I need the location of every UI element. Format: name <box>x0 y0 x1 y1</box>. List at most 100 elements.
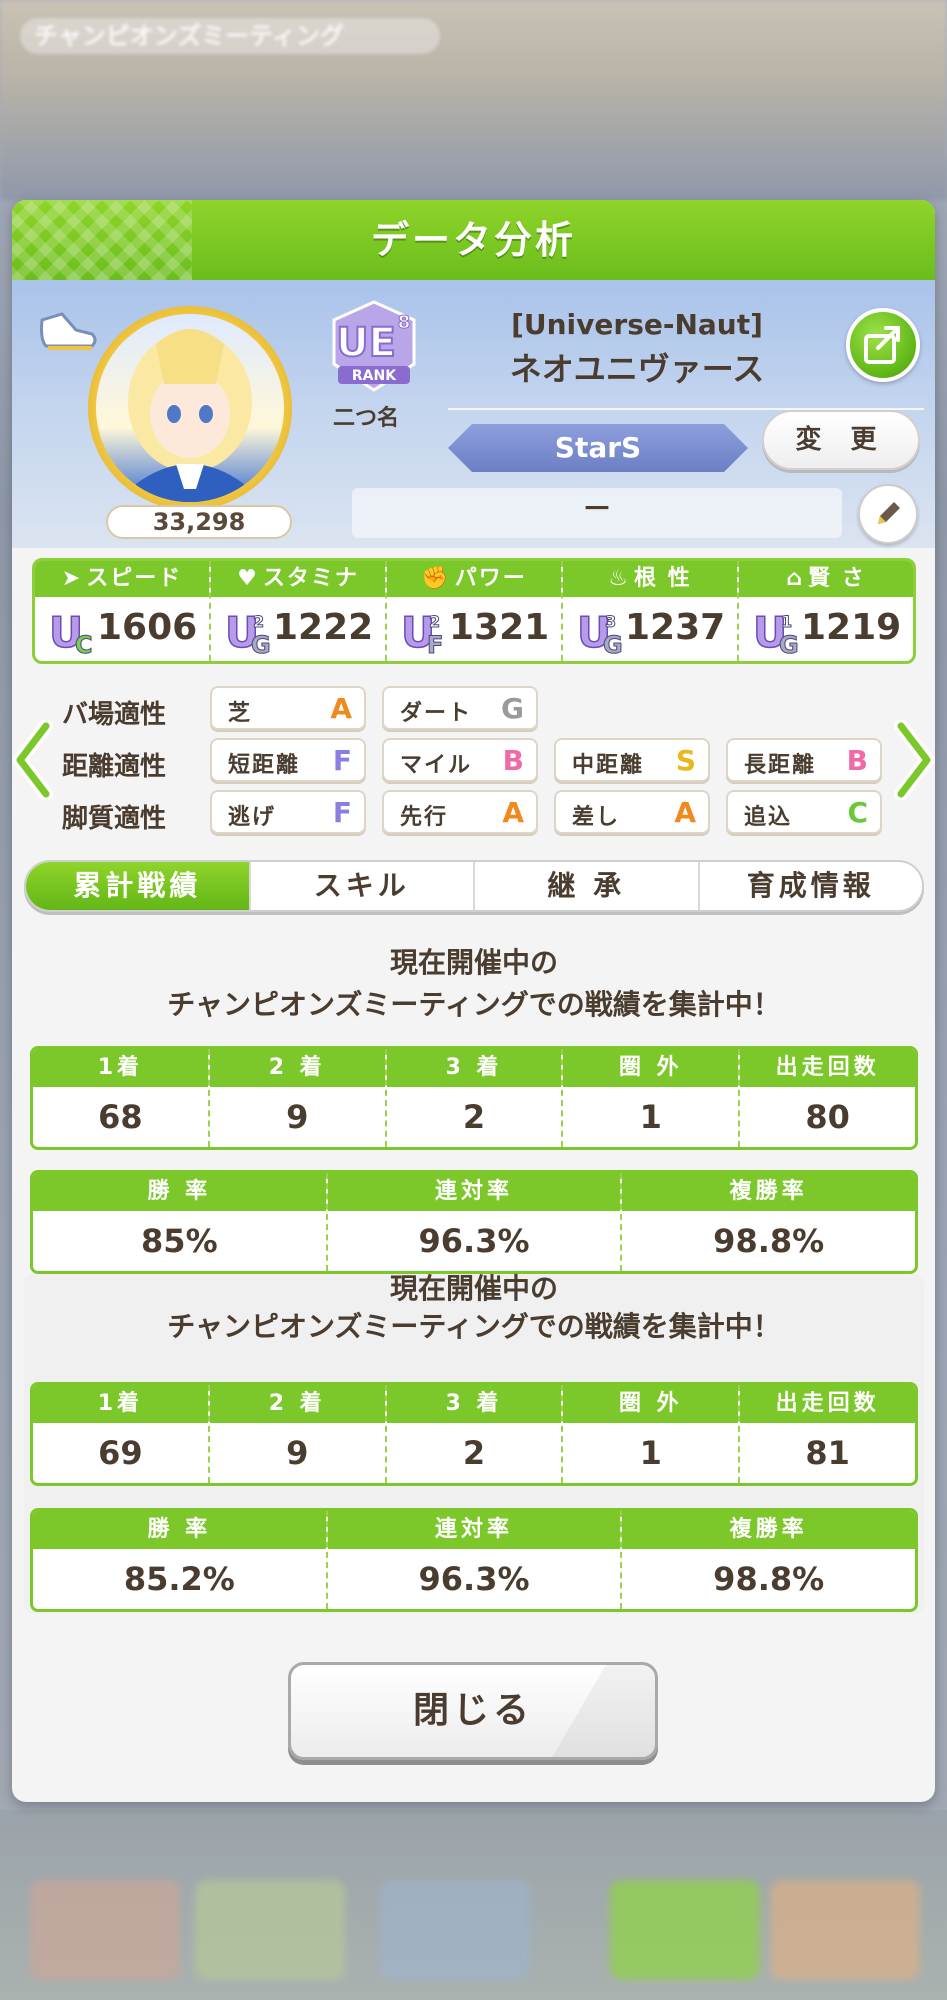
close-button[interactable]: 閉じる <box>288 1662 658 1760</box>
placings-cell: 2 着9 <box>209 1385 387 1483</box>
aptitude-surface-0: 芝A <box>210 686 366 730</box>
change-button[interactable]: 変 更 <box>762 410 920 470</box>
rates-cell: 複勝率 98.8% <box>622 1173 915 1271</box>
next-arrow-icon[interactable] <box>891 720 935 800</box>
rates-value: 96.3% <box>418 1560 530 1598</box>
aptitude-grade: F <box>332 796 352 829</box>
aptitude-grade: S <box>675 744 696 777</box>
stat-label: 賢 さ <box>808 566 866 591</box>
stat-grade-badge: UG2 <box>224 607 271 659</box>
rates-cell: 勝 率 85.2% <box>33 1511 328 1609</box>
stat-body: U F 2 1321 <box>387 597 561 661</box>
rates-cell: 連対率 96.3% <box>327 1173 623 1271</box>
style-aptitude-row: 脚質適性 逃げ F 先行 A 差し A 追込 C <box>12 790 935 840</box>
rates-label: 連対率 <box>327 1511 621 1549</box>
rates-label: 勝 率 <box>33 1173 326 1211</box>
share-button[interactable] <box>846 308 920 382</box>
character-avatar <box>96 314 284 502</box>
aptitude-grade: G <box>501 692 524 725</box>
stat-body: U G 2 1222 <box>211 597 385 661</box>
rank-label: 二つ名 <box>332 406 399 431</box>
aptitude-style-1: 先行 A <box>382 790 538 834</box>
stat-grade-badge: UG1 <box>752 607 799 659</box>
aptitude-style-0: 逃げ F <box>210 790 366 834</box>
stat-value: 1219 <box>801 607 902 648</box>
svg-text:F: F <box>427 631 443 659</box>
placings-table: 1着 69 2 着93 着2圏 外 1 出走回数 81 <box>30 1382 918 1486</box>
aptitude-label: 脚質適性 <box>62 804 167 834</box>
background-tile <box>610 1880 760 1980</box>
aptitude-name: 短距離 <box>228 753 301 778</box>
profile-section: 33,298 UE 8 RANK 二つ名 [Universe-Naut] ネオユ… <box>12 280 935 548</box>
placings-cell: 圏 外 1 <box>563 1385 741 1483</box>
button-shine <box>535 1665 655 1757</box>
aptitude-grade: F <box>332 744 352 777</box>
stats-panel: ➤ スピード U C 1606 ♥ スタミナ U G 2 1222 ✊ パワー U F 2 1321 ♨ 根 性UG… <box>32 558 916 664</box>
tab-0[interactable]: 累計戦績 <box>26 862 251 910</box>
placings-value: 1 <box>639 1434 662 1472</box>
placings-cell: 3 着2 <box>386 1049 564 1147</box>
rates-table: 勝 率 85.2% 連対率 96.3% 複勝率 98.8% <box>30 1508 918 1612</box>
svg-text:C: C <box>75 631 93 659</box>
fan-count: 33,298 <box>106 505 292 539</box>
edit-comment-button[interactable] <box>858 484 918 544</box>
stat-body: U G 3 1237 <box>563 597 737 661</box>
stat-label: パワー <box>454 566 527 591</box>
placings-label: 圏 外 <box>563 1385 739 1423</box>
record-heading-line1: 現在開催中の <box>389 946 558 979</box>
placings-label: 出走回数 <box>740 1049 915 1087</box>
aptitude-grade: A <box>674 796 696 829</box>
stat-0: ➤ スピード U C 1606 <box>35 561 211 661</box>
rank-badge-icon: UE 8 RANK <box>332 300 416 392</box>
fire-icon: ♨ <box>608 566 631 591</box>
stat-3: ♨ 根 性 U G 3 1237 <box>563 561 739 661</box>
placings-label: 2 着 <box>209 1049 385 1087</box>
aptitude-name: マイル <box>400 753 473 778</box>
background-tile <box>380 1880 530 1980</box>
rates-label: 複勝率 <box>622 1173 915 1211</box>
trainer-title: [Universe-Naut] <box>511 308 763 341</box>
shoe-icon: ➤ <box>61 566 83 591</box>
team-name-ribbon: StarS <box>448 424 748 472</box>
svg-text:8: 8 <box>398 312 411 333</box>
aptitude-grade: B <box>846 744 868 777</box>
rates-cell: 勝 率 85% <box>33 1173 328 1271</box>
background-title: チャンピオンズミーティング <box>20 18 440 54</box>
svg-text:RANK: RANK <box>352 368 397 384</box>
svg-text:2: 2 <box>253 612 264 631</box>
aptitude-style-3: 追込 C <box>726 790 882 834</box>
aptitude-name: ダート <box>400 701 473 726</box>
placings-value: 69 <box>98 1434 143 1472</box>
placings-cell: 圏 外 1 <box>563 1049 741 1147</box>
rates-value: 85% <box>141 1222 218 1260</box>
stat-body: U C 1606 <box>35 597 209 661</box>
placings-value: 1 <box>639 1098 662 1136</box>
rates-label: 勝 率 <box>33 1511 326 1549</box>
close-button-label: 閉じる <box>412 1690 533 1731</box>
aptitude-label: 距離適性 <box>62 752 167 782</box>
svg-text:G: G <box>251 631 271 659</box>
svg-text:2: 2 <box>429 612 440 631</box>
placings-cell: 1着 68 <box>33 1049 210 1147</box>
record-section: 現在開催中の チャンピオンズミーティングでの戦績を集計中！ 1着 68 2 着93 … <box>24 942 924 1274</box>
shoe-icon[interactable] <box>32 300 102 370</box>
surface-aptitude-row: バ場適性 芝 A ダート G <box>12 686 935 736</box>
aptitude-surface-1: ダート G <box>382 686 538 730</box>
placings-cell: 3 着2 <box>386 1385 564 1483</box>
tab-2[interactable]: 継 承 <box>475 862 700 910</box>
placings-value: 81 <box>805 1434 850 1472</box>
svg-text:UE: UE <box>336 320 396 366</box>
placings-label: 2 着 <box>209 1385 385 1423</box>
record-heading-line2: チャンピオンズミーティングでの戦績を集計中！ <box>167 1310 781 1343</box>
previous-arrow-icon[interactable] <box>12 720 56 800</box>
placings-label: 1着 <box>33 1049 208 1087</box>
pencil-icon <box>878 502 900 524</box>
stat-header: ✊ パワー <box>387 561 561 597</box>
tab-1[interactable]: スキル <box>251 862 475 910</box>
rates-cell: 連対率 96.3% <box>327 1511 623 1609</box>
tab-3[interactable]: 育成情報 <box>700 862 923 910</box>
character-avatar-frame <box>88 306 292 510</box>
dialog-title: データ分析 <box>370 218 576 262</box>
stat-header: ♨ 根 性 <box>563 561 737 597</box>
svg-text:G: G <box>603 631 623 659</box>
